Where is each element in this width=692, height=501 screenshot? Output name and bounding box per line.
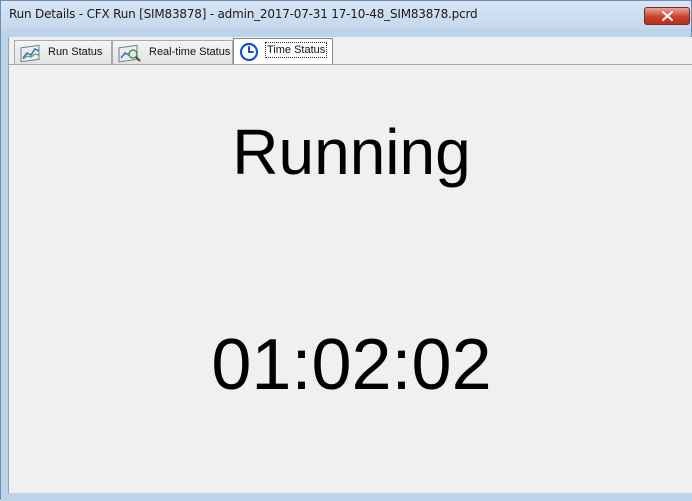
tab-time-status[interactable]: Time Status (233, 38, 333, 65)
title-bar[interactable]: Run Details - CFX Run [SIM83878] - admin… (1, 1, 691, 29)
tab-run-status[interactable]: Run Status (14, 40, 112, 64)
tab-label: Real-time Status (149, 46, 231, 58)
tab-label: Time Status (264, 42, 328, 58)
close-icon (662, 11, 673, 21)
window-client-area: Run Status Real-time Status Time Status (8, 37, 692, 493)
elapsed-time-text: 01:02:02 (211, 325, 492, 405)
time-status-panel: Running 01:02:02 (9, 64, 692, 493)
clock-icon (239, 42, 259, 62)
tab-strip: Run Status Real-time Status Time Status (9, 37, 692, 65)
window-title: Run Details - CFX Run [SIM83878] - admin… (9, 7, 478, 21)
run-status-text: Running (232, 116, 471, 188)
chart-icon (20, 44, 40, 63)
chart-search-icon (118, 44, 141, 63)
tab-label: Run Status (48, 46, 103, 58)
tab-real-time-status[interactable]: Real-time Status (112, 40, 233, 64)
run-details-window: Run Details - CFX Run [SIM83878] - admin… (0, 0, 692, 501)
close-button[interactable] (644, 7, 690, 25)
